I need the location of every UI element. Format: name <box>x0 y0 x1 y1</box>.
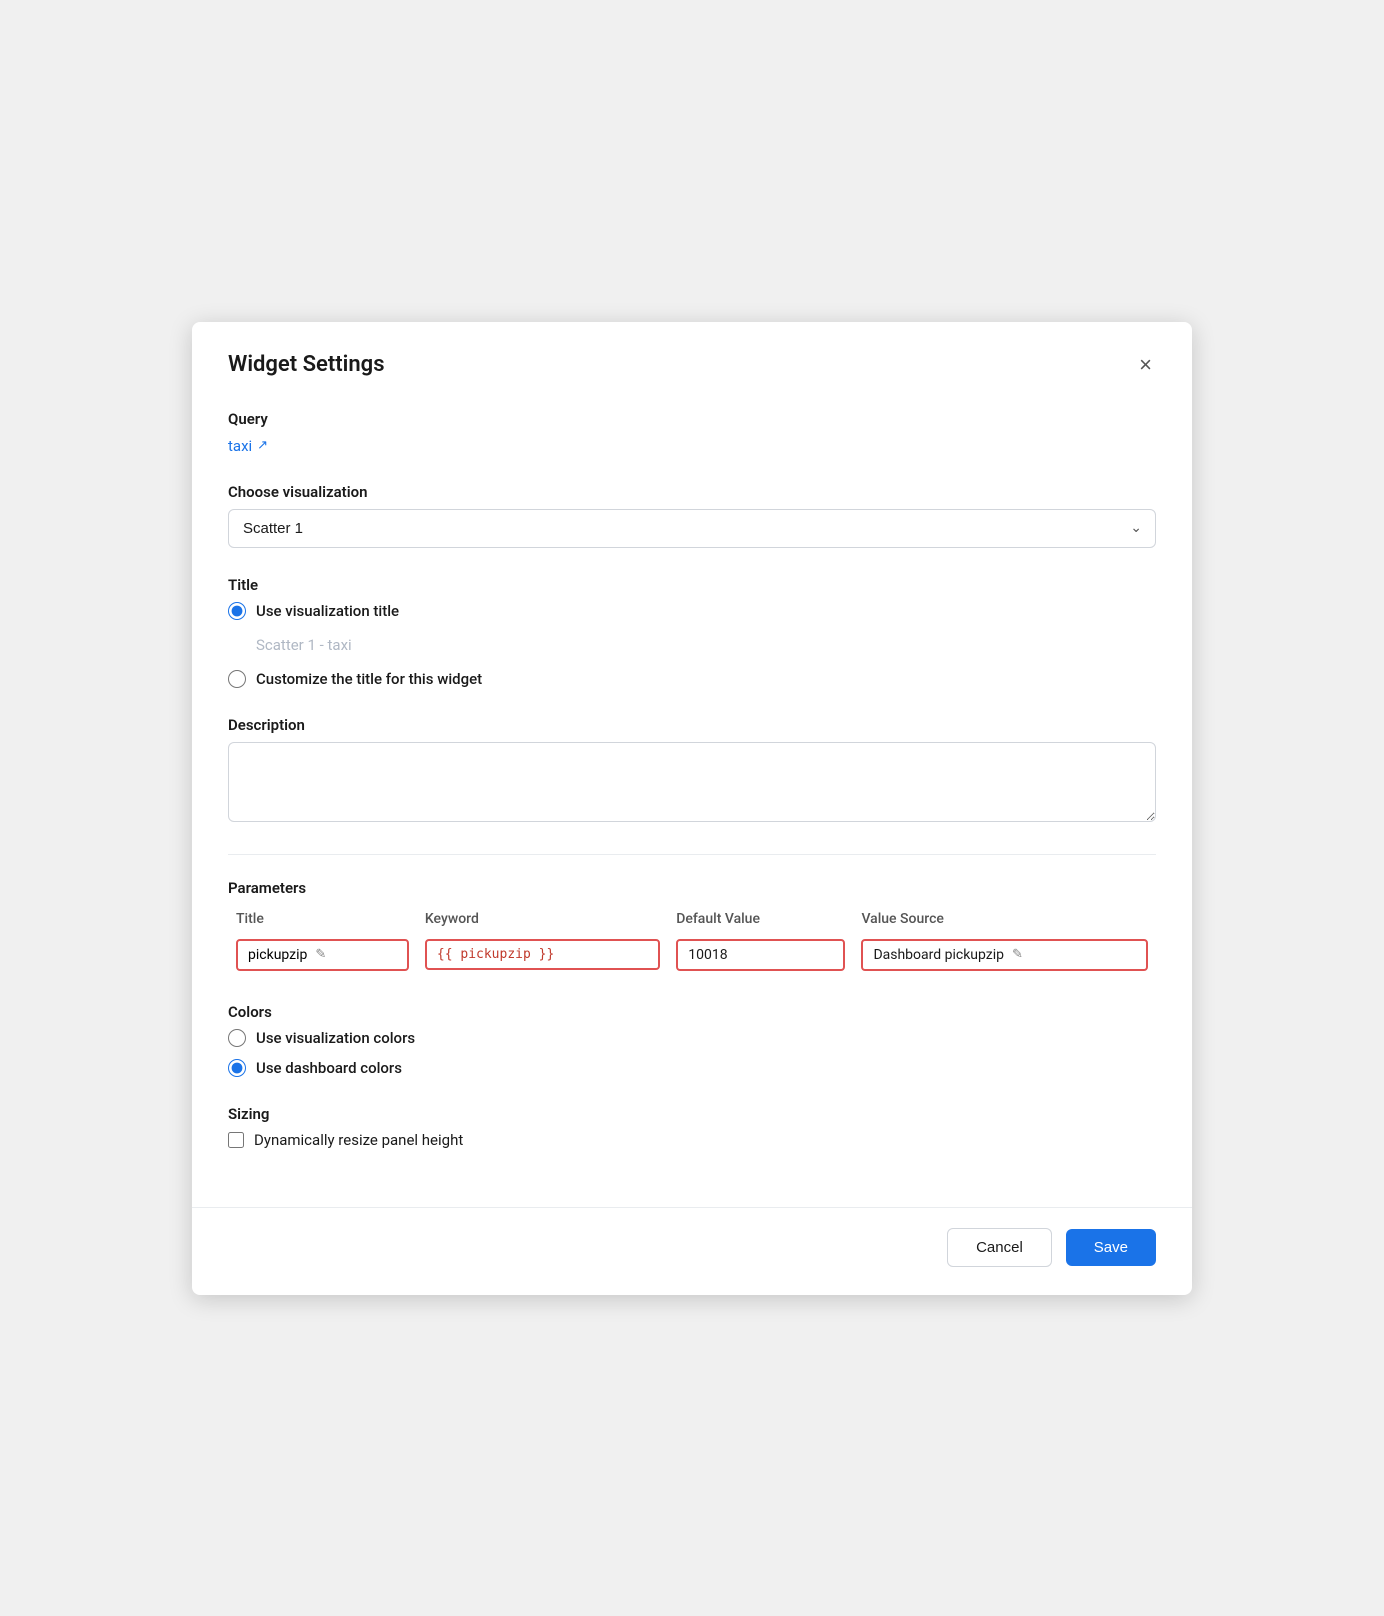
viz-title-placeholder: Scatter 1 - taxi <box>256 636 1156 654</box>
use-viz-title-option[interactable]: Use visualization title <box>228 602 1156 620</box>
edit-source-icon[interactable]: ✎ <box>1012 947 1023 962</box>
customize-title-option[interactable]: Customize the title for this widget <box>228 670 1156 688</box>
use-dashboard-colors-option[interactable]: Use dashboard colors <box>228 1059 1156 1077</box>
query-link[interactable]: taxi ↗ <box>228 437 268 455</box>
resize-checkbox[interactable] <box>228 1132 244 1148</box>
colors-radio-group: Use visualization colors Use dashboard c… <box>228 1029 1156 1077</box>
save-button[interactable]: Save <box>1066 1229 1156 1266</box>
use-dashboard-colors-radio[interactable] <box>228 1059 246 1077</box>
param-title-value: pickupzip <box>248 947 307 963</box>
title-radio-group: Use visualization title Scatter 1 - taxi… <box>228 602 1156 688</box>
col-default: Default Value <box>668 907 853 935</box>
use-viz-colors-radio[interactable] <box>228 1029 246 1047</box>
param-keyword-value: {{ pickupzip }} <box>437 947 554 962</box>
param-keyword-cell: {{ pickupzip }} <box>417 935 668 975</box>
visualization-section: Choose visualization Scatter 1Bar 1Line … <box>228 483 1156 548</box>
param-source-field[interactable]: Dashboard pickupzip ✎ <box>861 939 1148 971</box>
sizing-label: Sizing <box>228 1105 1156 1123</box>
colors-label: Colors <box>228 1003 1156 1021</box>
param-source-value: Dashboard pickupzip <box>873 947 1004 963</box>
resize-label: Dynamically resize panel height <box>254 1131 463 1149</box>
cancel-button[interactable]: Cancel <box>947 1228 1052 1267</box>
param-default-field[interactable]: 10018 <box>676 939 845 971</box>
customize-title-radio[interactable] <box>228 670 246 688</box>
visualization-label: Choose visualization <box>228 483 1156 501</box>
parameters-label: Parameters <box>228 879 1156 897</box>
use-viz-colors-option[interactable]: Use visualization colors <box>228 1029 1156 1047</box>
parameters-section: Parameters Title Keyword Default Value V… <box>228 879 1156 975</box>
param-title-cell: pickupzip ✎ <box>228 935 417 975</box>
table-row: pickupzip ✎ {{ pickupzip }} 10018 <box>228 935 1156 975</box>
parameters-table: Title Keyword Default Value Value Source… <box>228 907 1156 975</box>
description-textarea[interactable] <box>228 742 1156 822</box>
col-keyword: Keyword <box>417 907 668 935</box>
modal-title: Widget Settings <box>228 352 385 377</box>
external-link-icon: ↗ <box>257 438 268 453</box>
description-section: Description <box>228 716 1156 826</box>
use-dashboard-colors-label: Use dashboard colors <box>256 1059 402 1077</box>
use-viz-title-radio[interactable] <box>228 602 246 620</box>
query-label: Query <box>228 410 1156 428</box>
col-title: Title <box>228 907 417 935</box>
customize-title-label: Customize the title for this widget <box>256 670 482 688</box>
use-viz-colors-label: Use visualization colors <box>256 1029 415 1047</box>
divider <box>228 854 1156 855</box>
query-section: Query taxi ↗ <box>228 410 1156 455</box>
use-viz-title-label: Use visualization title <box>256 602 399 620</box>
close-button[interactable]: × <box>1135 350 1156 380</box>
col-source: Value Source <box>853 907 1156 935</box>
param-default-cell: 10018 <box>668 935 853 975</box>
param-title-field[interactable]: pickupzip ✎ <box>236 939 409 971</box>
visualization-select[interactable]: Scatter 1Bar 1Line 1Table 1 <box>228 509 1156 548</box>
param-source-cell: Dashboard pickupzip ✎ <box>853 935 1156 975</box>
description-label: Description <box>228 716 1156 734</box>
title-section: Title Use visualization title Scatter 1 … <box>228 576 1156 688</box>
visualization-select-wrapper: Scatter 1Bar 1Line 1Table 1 ⌄ <box>228 509 1156 548</box>
modal-footer: Cancel Save <box>192 1207 1192 1295</box>
modal-header: Widget Settings × <box>192 322 1192 400</box>
widget-settings-modal: Widget Settings × Query taxi ↗ Choose vi… <box>192 322 1192 1295</box>
param-keyword-field[interactable]: {{ pickupzip }} <box>425 939 660 970</box>
edit-title-icon[interactable]: ✎ <box>315 947 326 962</box>
query-link-text: taxi <box>228 437 252 455</box>
title-section-label: Title <box>228 576 1156 594</box>
param-default-value: 10018 <box>688 947 727 963</box>
sizing-section: Sizing Dynamically resize panel height <box>228 1105 1156 1149</box>
resize-option[interactable]: Dynamically resize panel height <box>228 1131 1156 1149</box>
modal-body: Query taxi ↗ Choose visualization Scatte… <box>192 400 1192 1207</box>
colors-section: Colors Use visualization colors Use dash… <box>228 1003 1156 1077</box>
